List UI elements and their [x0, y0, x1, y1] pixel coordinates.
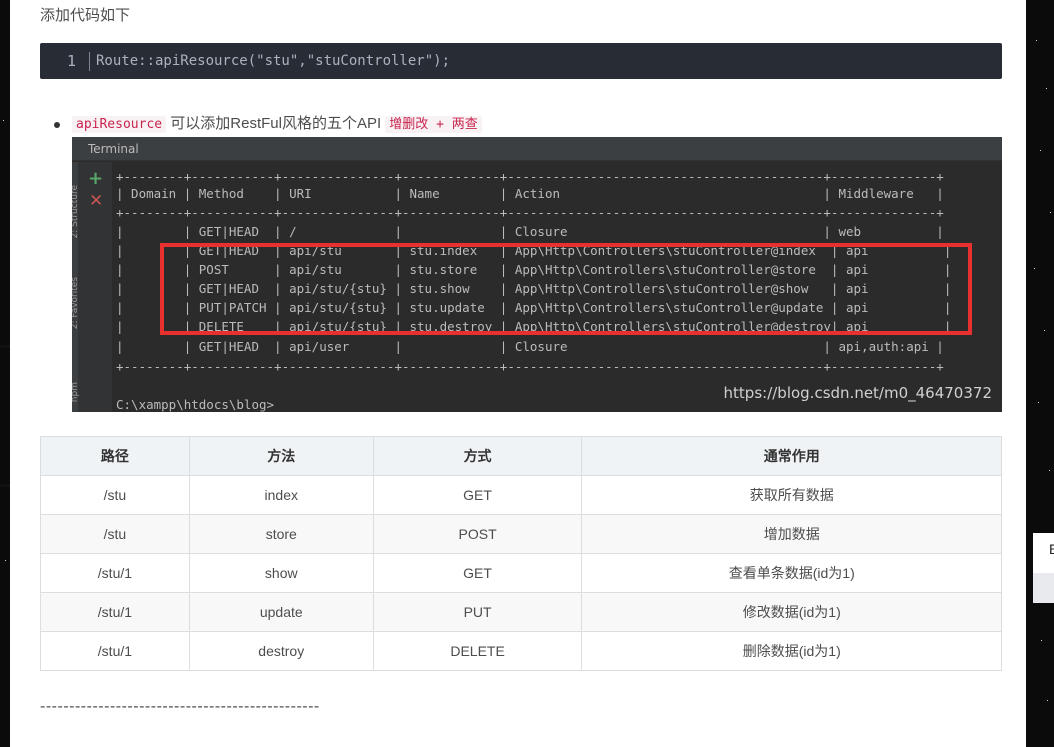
table-cell: 删除数据(id为1)	[581, 631, 1002, 671]
table-cell: /stu/1	[40, 592, 190, 632]
table-cell: 查看单条数据(id为1)	[581, 553, 1002, 593]
table-cell: /stu/1	[40, 553, 190, 593]
table-cell: index	[188, 475, 374, 515]
bullet-text: 可以添加RestFul风格的五个API	[170, 115, 382, 132]
table-cell: 获取所有数据	[581, 475, 1002, 515]
table-cell: 增加数据	[581, 514, 1002, 554]
intro-text: 添加代码如下	[40, 7, 131, 24]
code-line-number: 1	[66, 52, 76, 70]
plus-icon[interactable]: +	[88, 170, 103, 188]
column-header-verb: 方式	[372, 436, 583, 476]
table-cell: /stu	[40, 514, 190, 554]
column-header-path: 路径	[40, 436, 190, 476]
terminal-prompt: C:\xampp\htdocs\blog>	[116, 397, 275, 412]
column-header-method: 方法	[188, 436, 374, 476]
npm-tab[interactable]: npm	[72, 382, 80, 402]
table-header-row: 路径 方法 方式 通常作用	[40, 436, 1002, 476]
table-cell: update	[188, 592, 374, 632]
terminal-line: | | GET|HEAD | / | | Closure | web |	[116, 224, 944, 239]
terminal-line: | Domain | Method | URI | Name | Action …	[116, 186, 944, 201]
terminal-line: +--------+-----------+---------------+--…	[116, 205, 944, 220]
code-block: 1 Route::apiResource("stu","stuControlle…	[40, 43, 1002, 79]
left-edge-mark	[0, 484, 10, 487]
api-route-table: 路径 方法 方式 通常作用 /stu index GET 获取所有数据 /stu…	[40, 436, 1002, 671]
table-cell: POST	[372, 514, 583, 554]
separator-line: ----------------------------------------…	[40, 698, 320, 715]
gutter-divider	[89, 52, 90, 71]
table-cell: show	[188, 553, 374, 593]
table-cell: PUT	[372, 592, 583, 632]
table-cell: store	[188, 514, 374, 554]
table-row: /stu/1 destroy DELETE 删除数据(id为1)	[40, 631, 1002, 671]
terminal-title: Terminal	[72, 137, 1002, 161]
inline-code-highlight: 增删改 + 两查	[385, 116, 482, 133]
side-panel-glyph: E	[1049, 541, 1054, 557]
table-cell: DELETE	[372, 631, 583, 671]
article-content: 添加代码如下 1 Route::apiResource("stu","stuCo…	[10, 0, 1026, 747]
inline-code-apiresource: apiResource	[72, 116, 167, 133]
structure-tab[interactable]: 2: Structure	[72, 185, 80, 239]
column-header-purpose: 通常作用	[581, 436, 1002, 476]
table-cell: GET	[372, 553, 583, 593]
terminal-screenshot: Terminal 2: Structure 2: Favorites npm +…	[72, 137, 1002, 412]
table-cell: destroy	[188, 631, 374, 671]
table-row: /stu index GET 获取所有数据	[40, 475, 1002, 515]
close-icon[interactable]: ✕	[89, 192, 103, 210]
favorites-tab[interactable]: 2: Favorites	[72, 277, 80, 329]
watermark: https://blog.csdn.net/m0_46470372	[723, 384, 992, 402]
terminal-line: +--------+-----------+---------------+--…	[116, 359, 944, 374]
terminal-line: | | GET|HEAD | api/user | | Closure | ap…	[116, 339, 944, 354]
table-cell: /stu	[40, 475, 190, 515]
side-panel-fragment[interactable]: E	[1033, 533, 1054, 603]
bullet-dot	[54, 122, 60, 128]
table-row: /stu/1 update PUT 修改数据(id为1)	[40, 592, 1002, 632]
table-row: /stu/1 show GET 查看单条数据(id为1)	[40, 553, 1002, 593]
table-cell: /stu/1	[40, 631, 190, 671]
left-edge-mark	[0, 345, 10, 348]
table-cell: 修改数据(id为1)	[581, 592, 1002, 632]
code-line: Route::apiResource("stu","stuController"…	[96, 53, 451, 69]
side-panel-strip	[1033, 573, 1054, 603]
table-row: /stu store POST 增加数据	[40, 514, 1002, 554]
table-cell: GET	[372, 475, 583, 515]
highlight-annotation-box	[160, 243, 972, 335]
